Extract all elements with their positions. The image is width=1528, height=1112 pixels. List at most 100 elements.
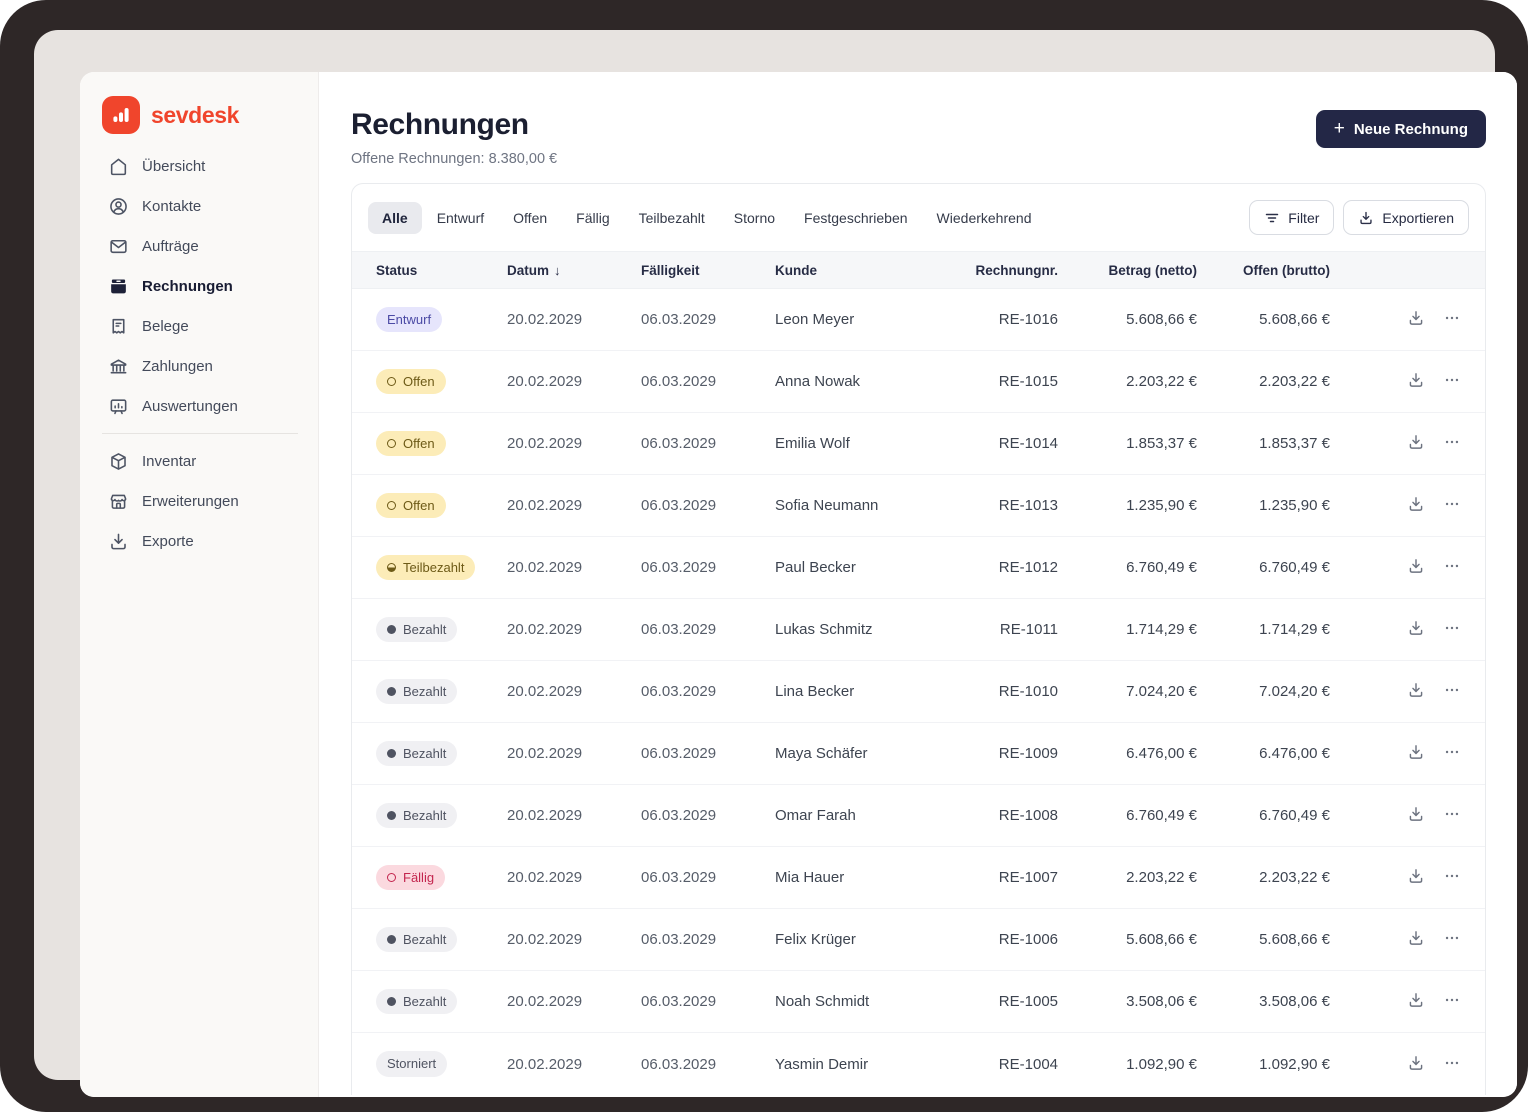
- invoice-row[interactable]: Bezahlt 20.02.2029 06.03.2029 Omar Farah RE-…: [352, 785, 1485, 847]
- row-menu-icon: [1443, 681, 1461, 702]
- status-label: Bezahlt: [403, 993, 447, 1009]
- row-download-button[interactable]: [1407, 619, 1425, 640]
- tab-offen[interactable]: Offen: [499, 202, 561, 234]
- cell-status: Fällig: [352, 864, 492, 891]
- window-bezel: sevdesk Übersicht Kontakte Aufträge Rechnun…: [34, 30, 1517, 1097]
- cell-customer: Omar Farah: [775, 807, 856, 824]
- cell-net: 1.235,90 €: [1126, 497, 1197, 514]
- cell-date: 20.02.2029: [507, 931, 583, 948]
- cell-status: Bezahlt: [352, 740, 492, 767]
- cell-status: Bezahlt: [352, 616, 492, 643]
- mail-icon: [108, 236, 129, 257]
- cell-date: 20.02.2029: [507, 621, 583, 638]
- sidebar-nav-secondary: Inventar Erweiterungen Exporte: [100, 441, 300, 561]
- cell-status: Offen: [352, 492, 492, 519]
- sidebar-item-exporte[interactable]: Exporte: [100, 521, 300, 561]
- sidebar-item-label: Kontakte: [142, 197, 202, 215]
- tab-festgeschrieben[interactable]: Festgeschrieben: [790, 202, 922, 234]
- status-label: Entwurf: [387, 311, 432, 327]
- cell-due: 06.03.2029: [641, 869, 717, 886]
- tab-entwurf[interactable]: Entwurf: [423, 202, 498, 234]
- column-open[interactable]: Offen (brutto): [1220, 263, 1354, 278]
- sidebar-item-belege[interactable]: Belege: [100, 306, 300, 346]
- cell-open: 1.714,29 €: [1259, 621, 1330, 638]
- invoice-row[interactable]: Offen 20.02.2029 06.03.2029 Emilia Wolf RE-1…: [352, 413, 1485, 475]
- cell-open: 5.608,66 €: [1259, 311, 1330, 328]
- row-menu-button[interactable]: [1443, 867, 1461, 888]
- cell-number: RE-1015: [998, 373, 1058, 390]
- tab-f-llig[interactable]: Fällig: [562, 202, 623, 234]
- sidebar-item--bersicht[interactable]: Übersicht: [100, 146, 300, 186]
- download-icon: [1358, 210, 1374, 226]
- chart-board-icon: [108, 396, 129, 417]
- cell-net: 6.760,49 €: [1126, 807, 1197, 824]
- invoice-row[interactable]: Bezahlt 20.02.2029 06.03.2029 Lina Becker RE…: [352, 661, 1485, 723]
- row-menu-button[interactable]: [1443, 619, 1461, 640]
- row-menu-button[interactable]: [1443, 681, 1461, 702]
- sidebar-item-auswertungen[interactable]: Auswertungen: [100, 386, 300, 426]
- row-menu-button[interactable]: [1443, 309, 1461, 330]
- cell-number: RE-1011: [999, 621, 1058, 638]
- invoice-row[interactable]: Bezahlt 20.02.2029 06.03.2029 Felix Krüger R…: [352, 909, 1485, 971]
- plus-icon: +: [1333, 117, 1345, 139]
- row-download-button[interactable]: [1407, 805, 1425, 826]
- invoice-row[interactable]: Bezahlt 20.02.2029 06.03.2029 Lukas Schmitz…: [352, 599, 1485, 661]
- column-number[interactable]: Rechnungnr.: [972, 263, 1080, 278]
- row-download-button[interactable]: [1407, 991, 1425, 1012]
- sidebar-item-zahlungen[interactable]: Zahlungen: [100, 346, 300, 386]
- row-download-button[interactable]: [1407, 867, 1425, 888]
- tab-alle[interactable]: Alle: [368, 201, 422, 234]
- row-menu-button[interactable]: [1443, 743, 1461, 764]
- status-label: Bezahlt: [403, 807, 447, 823]
- row-download-button[interactable]: [1407, 433, 1425, 454]
- cell-number: RE-1005: [998, 993, 1058, 1010]
- invoice-row[interactable]: Teilbezahlt 20.02.2029 06.03.2029 Paul Beck…: [352, 537, 1485, 599]
- row-download-button[interactable]: [1407, 557, 1425, 578]
- invoice-row[interactable]: Storniert 20.02.2029 06.03.2029 Yasmin Demi…: [352, 1033, 1485, 1095]
- sidebar-item-erweiterungen[interactable]: Erweiterungen: [100, 481, 300, 521]
- row-menu-button[interactable]: [1443, 929, 1461, 950]
- invoice-row[interactable]: Fällig 20.02.2029 06.03.2029 Mia Hauer RE-10…: [352, 847, 1485, 909]
- row-menu-button[interactable]: [1443, 991, 1461, 1012]
- row-download-button[interactable]: [1407, 929, 1425, 950]
- contacts-icon: [108, 196, 129, 217]
- cube-icon: [108, 451, 129, 472]
- sidebar-item-kontakte[interactable]: Kontakte: [100, 186, 300, 226]
- row-menu-button[interactable]: [1443, 1054, 1461, 1075]
- cell-net: 1.714,29 €: [1126, 621, 1197, 638]
- invoice-row[interactable]: Bezahlt 20.02.2029 06.03.2029 Maya Schäfer R…: [352, 723, 1485, 785]
- column-label: Betrag (netto): [1108, 262, 1198, 278]
- invoice-row[interactable]: Offen 20.02.2029 06.03.2029 Sofia Neumann RE…: [352, 475, 1485, 537]
- invoice-row[interactable]: Bezahlt 20.02.2029 06.03.2029 Noah Schmidt R…: [352, 971, 1485, 1033]
- cell-actions: [1354, 743, 1485, 764]
- sidebar-item-rechnungen[interactable]: Rechnungen: [100, 266, 300, 306]
- row-download-button[interactable]: [1407, 495, 1425, 516]
- export-button[interactable]: Exportieren: [1343, 200, 1469, 235]
- row-download-button[interactable]: [1407, 681, 1425, 702]
- column-date[interactable]: Datum ↓: [492, 263, 626, 278]
- invoice-row[interactable]: Offen 20.02.2029 06.03.2029 Anna Nowak RE-10…: [352, 351, 1485, 413]
- row-menu-button[interactable]: [1443, 371, 1461, 392]
- row-menu-button[interactable]: [1443, 433, 1461, 454]
- new-invoice-button[interactable]: + Neue Rechnung: [1315, 110, 1486, 148]
- row-download-button[interactable]: [1407, 1054, 1425, 1075]
- cell-actions: [1354, 805, 1485, 826]
- row-download-button[interactable]: [1407, 309, 1425, 330]
- tab-storno[interactable]: Storno: [720, 202, 789, 234]
- column-status[interactable]: Status: [352, 263, 492, 278]
- column-customer[interactable]: Kunde: [760, 263, 972, 278]
- sidebar-item-inventar[interactable]: Inventar: [100, 441, 300, 481]
- row-menu-icon: [1443, 991, 1461, 1012]
- row-menu-button[interactable]: [1443, 495, 1461, 516]
- invoice-row[interactable]: Entwurf 20.02.2029 06.03.2029 Leon Meyer RE-…: [352, 289, 1485, 351]
- row-download-button[interactable]: [1407, 371, 1425, 392]
- row-download-button[interactable]: [1407, 743, 1425, 764]
- column-due[interactable]: Fälligkeit: [626, 263, 760, 278]
- column-net[interactable]: Betrag (netto): [1080, 263, 1220, 278]
- row-menu-button[interactable]: [1443, 805, 1461, 826]
- filter-button[interactable]: Filter: [1249, 200, 1335, 235]
- tab-wiederkehrend[interactable]: Wiederkehrend: [923, 202, 1046, 234]
- tab-teilbezahlt[interactable]: Teilbezahlt: [625, 202, 719, 234]
- row-menu-button[interactable]: [1443, 557, 1461, 578]
- sidebar-item-auftr-ge[interactable]: Aufträge: [100, 226, 300, 266]
